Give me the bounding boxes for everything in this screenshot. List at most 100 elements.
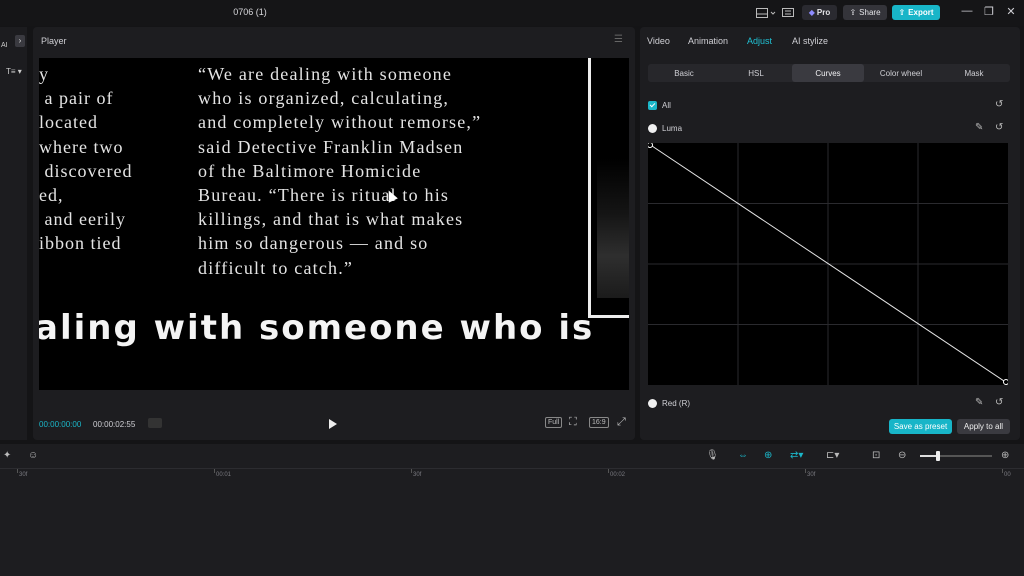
- ruler-tick: 30f: [807, 472, 816, 478]
- close-icon: ✕: [1006, 6, 1016, 18]
- luma-radio[interactable]: [648, 124, 657, 133]
- zoom-slider[interactable]: [920, 451, 992, 461]
- ratio-button[interactable]: 16:9: [589, 417, 609, 428]
- reset-all-icon[interactable]: ↺: [995, 99, 1003, 110]
- video-text-left-column: y a pair of located where two discovered…: [39, 64, 133, 254]
- red-row[interactable]: Red (R): [648, 399, 690, 408]
- player-menu-icon[interactable]: ☰: [614, 34, 623, 45]
- export-label: Export: [908, 8, 934, 17]
- timeline-panel: ✦ ☺ 🎙︎ ⇔ ⊕ ⇄▾ ⊏▾ ⊡ ⊖ ⊕ 30f 00:01 30f 00:…: [0, 444, 1024, 576]
- tab-video[interactable]: Video: [647, 36, 670, 46]
- preview-axis-icon[interactable]: ⊡: [872, 450, 880, 461]
- curve-start-point[interactable]: [647, 142, 653, 148]
- all-row[interactable]: All: [648, 101, 671, 110]
- all-checkbox[interactable]: [648, 101, 657, 110]
- red-label: Red (R): [662, 399, 691, 408]
- video-preview[interactable]: y a pair of located where two discovered…: [39, 58, 629, 390]
- video-caption: aling with someone who is: [39, 308, 595, 348]
- zoom-slider-handle[interactable]: [936, 451, 940, 461]
- tab-animation[interactable]: Animation: [688, 36, 728, 46]
- subtab-basic[interactable]: Basic: [648, 64, 720, 82]
- microphone-icon[interactable]: 🎙︎: [706, 450, 719, 461]
- photo-image: [597, 158, 629, 298]
- ruler-tick-line: [17, 469, 18, 473]
- ruler-tick: 00:01: [216, 472, 232, 478]
- subtab-color-wheel[interactable]: Color wheel: [864, 64, 938, 82]
- subtab-hsl[interactable]: HSL: [720, 64, 792, 82]
- red-radio[interactable]: [648, 399, 657, 408]
- ruler-tick-line: [608, 469, 609, 473]
- ruler-tick-line: [1002, 469, 1003, 473]
- tab-adjust[interactable]: Adjust: [747, 36, 772, 46]
- link-icon[interactable]: ⇄▾: [790, 450, 803, 461]
- duration-timecode: 00:00:02:55: [93, 420, 136, 429]
- red-eyedropper-icon[interactable]: ✎: [975, 397, 983, 408]
- inspector-tabs: Video Animation Adjust AI stylize: [640, 27, 1020, 55]
- save-as-preset-button[interactable]: Save as preset: [889, 419, 952, 434]
- share-label: Share: [859, 8, 881, 17]
- split-icon[interactable]: ⊏▾: [826, 450, 839, 461]
- pro-label: Pro: [816, 8, 831, 17]
- ruler-tick: 30f: [19, 472, 28, 478]
- magnet-icon[interactable]: ⊕: [764, 450, 772, 461]
- link-main-track-icon[interactable]: ⇔: [738, 450, 748, 461]
- share-icon: ⇪: [849, 8, 857, 17]
- luma-reset-icon[interactable]: ↺: [995, 122, 1003, 133]
- player-panel: Player ☰ y a pair of located where two d…: [33, 27, 635, 440]
- minimize-button[interactable]: —: [959, 5, 975, 17]
- timeline-toolbar: ✦ ☺ 🎙︎ ⇔ ⊕ ⇄▾ ⊏▾ ⊡ ⊖ ⊕: [0, 444, 1024, 466]
- ruler-tick-line: [411, 469, 412, 473]
- subtab-mask[interactable]: Mask: [938, 64, 1010, 82]
- timeline-ruler[interactable]: 30f 00:01 30f 00:02 30f 00: [0, 468, 1024, 482]
- magic-wand-icon[interactable]: ✦: [3, 450, 11, 461]
- text-tool-button[interactable]: T≡ ▾: [6, 67, 22, 76]
- apply-to-all-button[interactable]: Apply to all: [957, 419, 1010, 434]
- layout-icon: [756, 7, 776, 18]
- expand-panel-button[interactable]: ›: [15, 35, 25, 47]
- export-button[interactable]: ⇧ Export: [892, 5, 940, 20]
- zoom-in-icon[interactable]: ⊕: [1001, 450, 1009, 461]
- ruler-tick: 00:02: [610, 472, 626, 478]
- share-button[interactable]: ⇪ Share: [843, 5, 887, 20]
- layout-button[interactable]: [753, 5, 779, 20]
- person-icon[interactable]: ☺: [28, 450, 38, 461]
- luma-curve-editor[interactable]: [647, 142, 1009, 385]
- restore-icon: ❐: [984, 6, 994, 18]
- restore-button[interactable]: ❐: [981, 5, 997, 18]
- adjust-subtabs: Basic HSL Curves Color wheel Mask: [648, 64, 1010, 82]
- ai-label[interactable]: AI: [1, 42, 8, 49]
- keyboard-icon: [782, 8, 794, 17]
- curve-graph[interactable]: [647, 142, 1009, 385]
- curve-end-point[interactable]: [1003, 379, 1009, 385]
- ruler-tick-line: [805, 469, 806, 473]
- video-text-quote: “We are dealing with someone who is orga…: [198, 64, 482, 278]
- fullscreen-icon[interactable]: ⤢: [615, 415, 628, 430]
- timecode-mode-icon[interactable]: [148, 418, 162, 428]
- export-icon: ⇧: [898, 8, 906, 17]
- minimize-icon: —: [961, 5, 973, 17]
- luma-eyedropper-icon[interactable]: ✎: [975, 122, 983, 133]
- player-controls: 00:00:00:00 00:00:02:55 Full ⛶ 16:9 ⤢: [33, 412, 635, 434]
- tab-ai-stylize[interactable]: AI stylize: [792, 36, 828, 46]
- luma-label: Luma: [662, 124, 683, 133]
- fit-icon[interactable]: ⛶: [567, 415, 579, 430]
- luma-row[interactable]: Luma: [648, 124, 682, 133]
- zoom-out-icon[interactable]: ⊖: [898, 450, 906, 461]
- ruler-tick: 30f: [413, 472, 422, 478]
- shortcuts-button[interactable]: [781, 5, 795, 20]
- full-quality-button[interactable]: Full: [545, 417, 563, 428]
- close-button[interactable]: ✕: [1003, 5, 1019, 18]
- left-tool-strip: AI › T≡ ▾: [0, 27, 27, 440]
- title-bar: 0706 (1) ◆ Pro ⇪ Share ⇧ Export — ❐ ✕: [0, 0, 1024, 26]
- current-timecode: 00:00:00:00: [39, 420, 82, 429]
- inspector-panel: Video Animation Adjust AI stylize Basic …: [640, 27, 1020, 440]
- pro-button[interactable]: ◆ Pro: [802, 5, 837, 20]
- chevron-right-icon: ›: [18, 36, 22, 45]
- play-icon[interactable]: [329, 419, 337, 429]
- diamond-icon: ◆: [808, 8, 815, 17]
- ruler-tick-line: [214, 469, 215, 473]
- window-title: 0706 (1): [233, 7, 267, 17]
- subtab-curves[interactable]: Curves: [792, 64, 864, 82]
- all-label: All: [662, 101, 671, 110]
- red-reset-icon[interactable]: ↺: [995, 397, 1003, 408]
